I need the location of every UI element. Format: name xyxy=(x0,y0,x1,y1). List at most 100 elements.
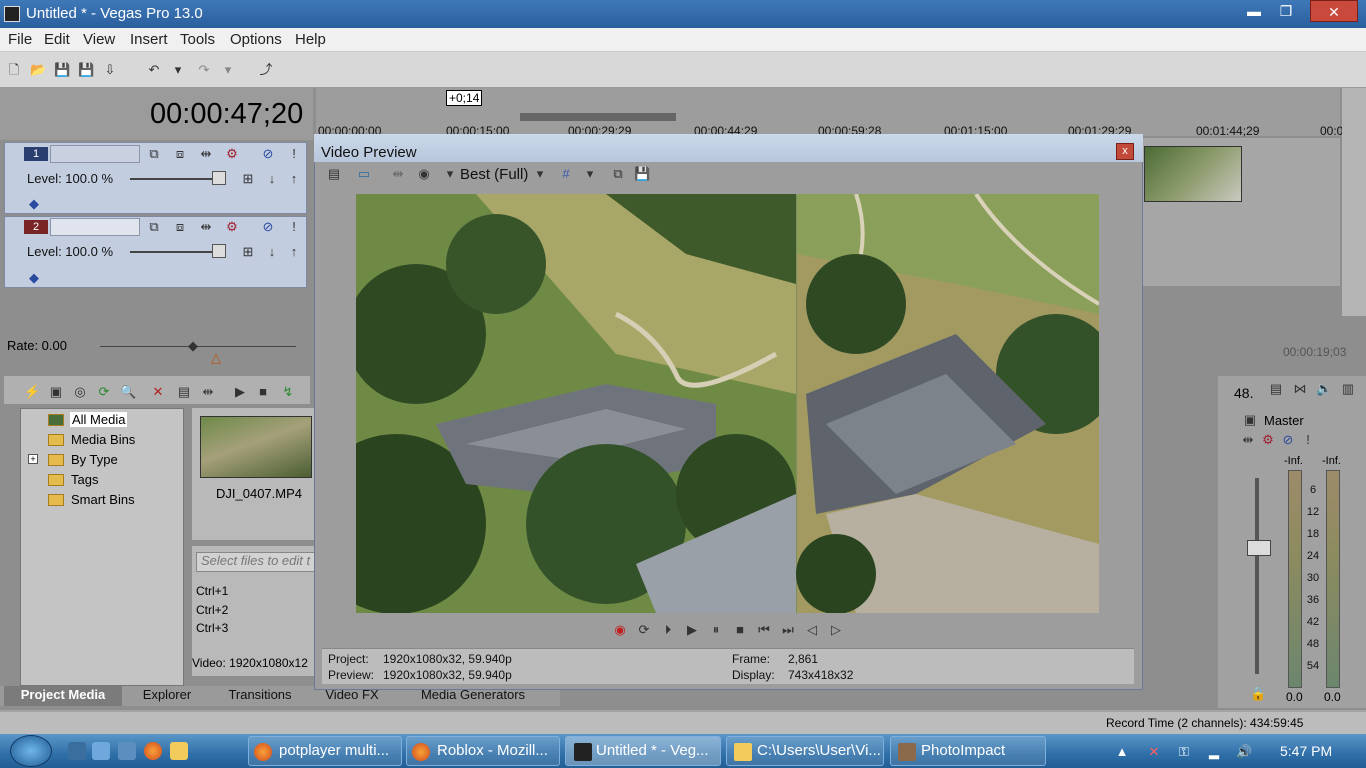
downmix-icon[interactable]: ⋈ xyxy=(1292,381,1308,397)
close-button[interactable]: ✕ xyxy=(1310,0,1358,22)
pause-button[interactable]: ⏸ xyxy=(708,622,724,638)
master-compositing-icon[interactable]: ⇹ xyxy=(1240,432,1256,448)
media-thumbnail[interactable] xyxy=(200,416,312,478)
split-screen-icon[interactable]: ⇹ xyxy=(390,166,406,182)
master-solo-icon[interactable]: ! xyxy=(1300,432,1316,448)
track-name-field-2[interactable] xyxy=(50,218,140,236)
track-motion-icon[interactable]: ⧉ xyxy=(146,146,162,162)
compositing-icon[interactable]: ⇹ xyxy=(198,219,214,235)
master-fader-handle[interactable] xyxy=(1247,540,1271,556)
tab-project-media[interactable]: Project Media xyxy=(4,686,122,706)
track-fx-icon[interactable]: ⧈ xyxy=(172,219,188,235)
tab-explorer[interactable]: Explorer xyxy=(128,686,206,706)
mute-icon[interactable]: ⊘ xyxy=(260,219,276,235)
undo-icon[interactable]: ↶ xyxy=(146,62,162,78)
mute-icon[interactable]: ⊘ xyxy=(260,146,276,162)
menu-view[interactable]: View xyxy=(83,31,115,48)
capture-video-icon[interactable]: ▣ xyxy=(48,384,64,400)
keyframe-icon[interactable]: ◆ xyxy=(26,270,42,286)
level-slider-knob-1[interactable] xyxy=(212,171,226,185)
render-icon[interactable]: ⇩ xyxy=(102,62,118,78)
menu-insert[interactable]: Insert xyxy=(130,31,168,48)
vegas-app-icon[interactable] xyxy=(4,6,20,22)
refresh-icon[interactable]: ⟳ xyxy=(96,384,112,400)
tree-item-all-media[interactable]: All Media xyxy=(70,412,128,427)
grid-dropdown-icon[interactable]: ▾ xyxy=(582,166,598,182)
speaker-icon[interactable]: 🔈 xyxy=(1316,381,1332,397)
show-desktop-icon[interactable] xyxy=(92,742,110,760)
track-up-icon[interactable]: ↑ xyxy=(286,244,302,260)
auto-preview-icon[interactable]: ↯ xyxy=(280,384,296,400)
copy-snapshot-icon[interactable]: ⧉ xyxy=(610,166,626,182)
get-media-web-icon[interactable]: ◎ xyxy=(72,384,88,400)
play-media-icon[interactable]: ▶ xyxy=(232,384,248,400)
track-motion-icon[interactable]: ⧉ xyxy=(146,219,162,235)
preview-properties-icon[interactable]: ▤ xyxy=(326,166,342,182)
master-mute-icon[interactable]: ⊘ xyxy=(1280,432,1296,448)
track-envelope-icon[interactable]: ⊞ xyxy=(240,244,256,260)
track-envelope-icon[interactable]: ⊞ xyxy=(240,171,256,187)
master-fx-icon[interactable]: ▣ xyxy=(1242,412,1258,428)
stop-media-icon[interactable]: ■ xyxy=(255,384,271,400)
master-gear-icon[interactable]: ⚙ xyxy=(1260,432,1276,448)
play-button[interactable]: ▶ xyxy=(684,622,700,638)
preview-quality-select[interactable]: Best (Full) xyxy=(460,166,528,183)
open-folder-icon[interactable]: 📂 xyxy=(30,62,46,78)
save-snapshot-icon[interactable]: 💾 xyxy=(634,166,650,182)
menu-options[interactable]: Options xyxy=(230,31,282,48)
import-media-icon[interactable]: ⚡ xyxy=(24,384,40,400)
video-clip-event[interactable] xyxy=(1144,146,1242,202)
media-properties-icon[interactable]: ▤ xyxy=(176,384,192,400)
clock[interactable]: 5:47 PM xyxy=(1280,743,1332,759)
lock-icon[interactable]: 🔒 xyxy=(1250,686,1266,702)
loop-playback-button[interactable]: ⟳ xyxy=(636,622,652,638)
go-to-end-button[interactable]: ⏭ xyxy=(780,622,796,638)
menu-edit[interactable]: Edit xyxy=(44,31,70,48)
media-fx-icon[interactable]: ⇹ xyxy=(200,384,216,400)
track-name-field-1[interactable] xyxy=(50,145,140,163)
overlay-dropdown-icon[interactable]: ▾ xyxy=(442,166,458,182)
redo-dropdown-icon[interactable]: ▾ xyxy=(220,62,236,78)
menu-tools[interactable]: Tools xyxy=(180,31,215,48)
go-to-start-button[interactable]: ⏮ xyxy=(756,622,772,638)
new-file-icon[interactable]: 🗋 xyxy=(6,62,22,78)
tree-item-smart-bins[interactable]: Smart Bins xyxy=(71,492,135,507)
grid-icon[interactable]: # xyxy=(558,166,574,182)
search-media-icon[interactable]: 🔍 xyxy=(120,384,136,400)
menu-file[interactable]: File xyxy=(8,31,32,48)
video-preview-titlebar[interactable] xyxy=(314,134,1143,162)
tree-item-by-type[interactable]: By Type xyxy=(71,452,118,467)
help-pointer-icon[interactable]: ⤴ xyxy=(258,62,274,78)
start-button[interactable] xyxy=(10,735,52,767)
save-as-icon[interactable]: 💾 xyxy=(78,62,94,78)
keyframe-icon[interactable]: ◆ xyxy=(26,196,42,212)
usb-icon[interactable]: ⚿ xyxy=(1176,744,1192,760)
overlay-icon[interactable]: ◉ xyxy=(416,166,432,182)
track-down-icon[interactable]: ↓ xyxy=(264,171,280,187)
solo-icon[interactable]: ! xyxy=(286,219,302,235)
network-error-icon[interactable]: ✕ xyxy=(1146,744,1162,760)
maximize-button[interactable]: ❐ xyxy=(1264,0,1308,22)
loop-region-bar[interactable] xyxy=(520,113,676,121)
level-slider-knob-2[interactable] xyxy=(212,244,226,258)
firefox-quicklaunch-icon[interactable] xyxy=(144,742,162,760)
rate-marker-icon[interactable]: △ xyxy=(208,350,224,366)
select-files-field[interactable]: Select files to edit t xyxy=(196,552,316,572)
play-from-start-button[interactable]: ⏵ xyxy=(660,622,676,638)
track-settings-gear-icon[interactable]: ⚙ xyxy=(224,146,240,162)
track-fx-icon[interactable]: ⧈ xyxy=(172,146,188,162)
rate-handle-icon[interactable]: ◆ xyxy=(185,338,201,354)
master-properties-icon[interactable]: ▤ xyxy=(1268,381,1284,397)
undo-dropdown-icon[interactable]: ▾ xyxy=(170,62,186,78)
menu-help[interactable]: Help xyxy=(295,31,326,48)
compositing-icon[interactable]: ⇹ xyxy=(198,146,214,162)
next-frame-button[interactable]: ▷ xyxy=(828,622,844,638)
remove-media-icon[interactable]: ✕ xyxy=(150,384,166,400)
external-monitor-icon[interactable]: ▭ xyxy=(356,166,372,182)
volume-icon[interactable]: 🔊 xyxy=(1236,744,1252,760)
stop-button[interactable]: ■ xyxy=(732,622,748,638)
track-up-icon[interactable]: ↑ xyxy=(286,171,302,187)
previous-frame-button[interactable]: ◁ xyxy=(804,622,820,638)
mixer-icon[interactable]: ▥ xyxy=(1340,381,1356,397)
tree-item-media-bins[interactable]: Media Bins xyxy=(71,432,135,447)
